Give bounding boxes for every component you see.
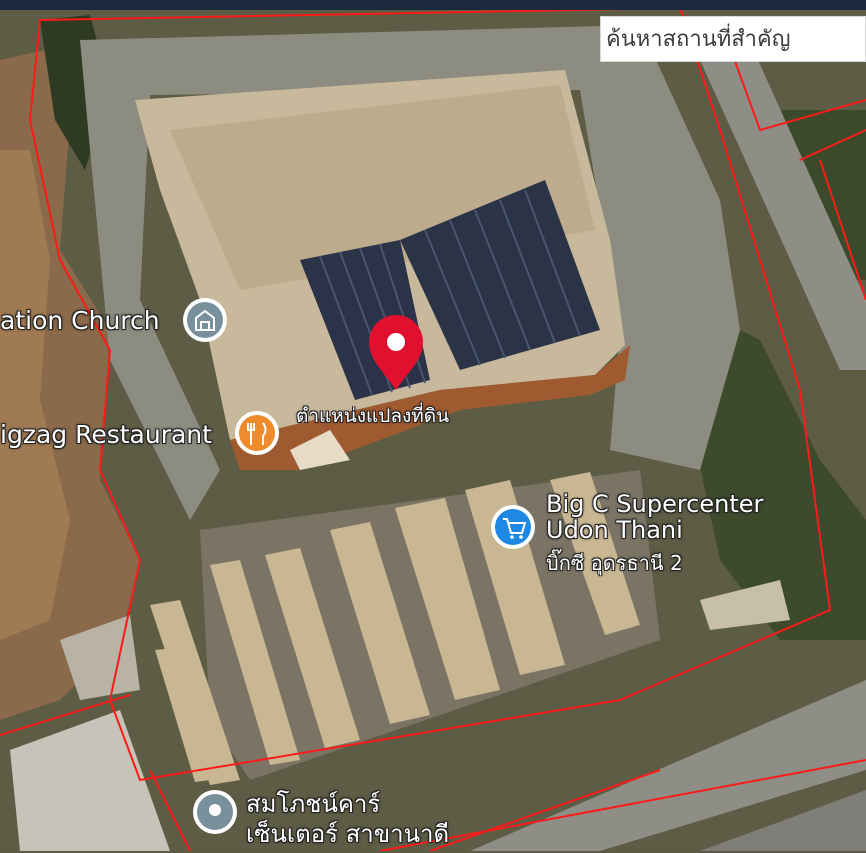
bigc-label-line2[interactable]: Udon Thani [546, 516, 683, 544]
restaurant-marker[interactable] [235, 411, 279, 455]
restaurant-label[interactable]: igzag Restaurant [0, 420, 212, 449]
church-label[interactable]: ation Church [0, 306, 160, 335]
sammok-marker[interactable] [193, 790, 237, 834]
bigc-marker[interactable] [491, 505, 535, 549]
bigc-label-line3[interactable]: บิ๊กซี อุดรธานี 2 [546, 547, 683, 579]
marker-label: ตำแหน่งแปลงที่ดิน [296, 405, 450, 427]
sammok-label-line2[interactable]: เซ็นเตอร์ สาขานาดี [246, 814, 449, 853]
church-marker[interactable] [183, 298, 227, 342]
search-box[interactable] [600, 16, 866, 62]
bigc-label-line1[interactable]: Big C Supercenter [546, 490, 763, 518]
shopping-cart-icon [495, 509, 531, 545]
search-input[interactable] [601, 17, 865, 61]
top-bar [0, 0, 866, 10]
church-icon [187, 302, 223, 338]
restaurant-icon [239, 415, 275, 451]
